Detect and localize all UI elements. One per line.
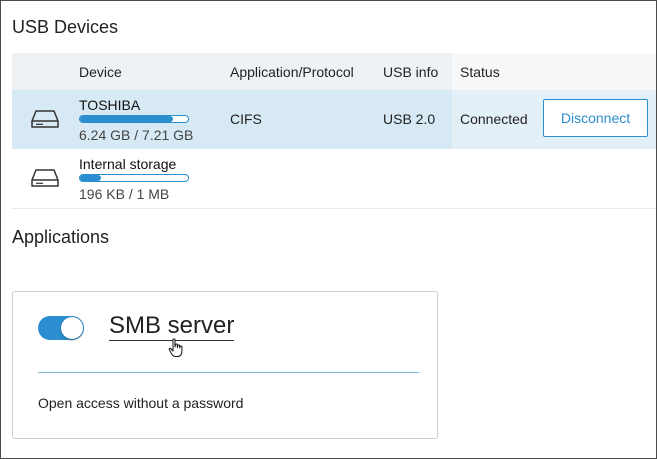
smb-server-description: Open access without a password — [38, 395, 244, 411]
hand-cursor-icon — [168, 338, 183, 357]
device-size: 196 KB / 1 MB — [79, 186, 170, 202]
disconnect-button[interactable]: Disconnect — [543, 99, 648, 137]
toggle-knob — [61, 317, 83, 339]
drive-icon — [31, 169, 59, 187]
usb-devices-title: USB Devices — [12, 17, 119, 37]
device-name: TOSHIBA — [79, 97, 141, 113]
header-usb-info: USB info — [383, 64, 439, 80]
drive-icon — [31, 110, 59, 128]
device-usb-info: USB 2.0 — [383, 111, 436, 127]
card-divider — [38, 372, 419, 373]
header-device: Device — [79, 64, 122, 80]
smb-server-toggle[interactable] — [38, 316, 84, 340]
header-status: Status — [460, 64, 500, 80]
smb-server-card: SMB server Open access without a passwor… — [12, 291, 438, 439]
usb-devices-table: Device Application/Protocol USB info Sta… — [12, 53, 656, 209]
header-protocol: Application/Protocol — [230, 64, 354, 80]
device-name: Internal storage — [79, 156, 177, 172]
main-panel: USB Devices Device Application/Protocol … — [0, 0, 657, 459]
usage-bar — [79, 174, 189, 182]
usage-bar-fill — [80, 175, 101, 181]
table-header: Device Application/Protocol USB info Sta… — [12, 53, 656, 90]
table-row[interactable]: TOSHIBA 6.24 GB / 7.21 GB CIFS USB 2.0 C… — [12, 90, 656, 149]
device-protocol: CIFS — [230, 111, 262, 127]
applications-title: Applications — [12, 227, 110, 247]
usage-bar-fill — [80, 116, 174, 122]
device-status: Connected — [460, 111, 528, 127]
usage-bar — [79, 115, 189, 123]
smb-server-link[interactable]: SMB server — [109, 313, 235, 341]
table-row[interactable]: Internal storage 196 KB / 1 MB — [12, 149, 656, 209]
device-size: 6.24 GB / 7.21 GB — [79, 127, 194, 143]
